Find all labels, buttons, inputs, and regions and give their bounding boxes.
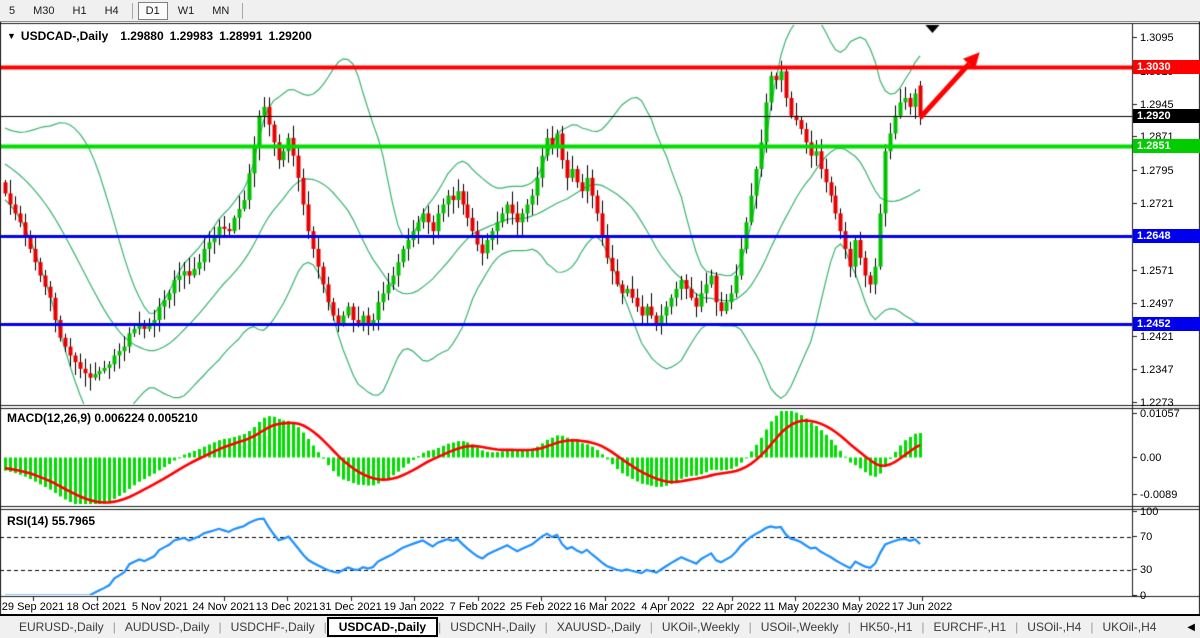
date-axis-label: 25 Feb 2022 [510, 601, 572, 613]
price-axis-tick: 1.2795 [1140, 165, 1198, 177]
date-axis-label: 5 Nov 2021 [132, 601, 188, 613]
price-badge: 1.2648 [1133, 229, 1200, 243]
date-axis-label: 22 Apr 2022 [702, 601, 761, 613]
toolbar-separator [242, 3, 243, 19]
chart-tab-usoil-weekly[interactable]: USOil-,Weekly [752, 618, 848, 636]
chart-tab-xauusd-daily[interactable]: XAUUSD-,Daily [548, 618, 650, 636]
chart-tab-hk50-h1[interactable]: HK50-,H1 [851, 618, 922, 636]
chart-tab-usoil-h4[interactable]: USOil-,H4 [1018, 618, 1090, 636]
rsi-axis-tick: 70 [1140, 531, 1198, 543]
chart-collapse-icon[interactable]: ▼ [7, 31, 16, 41]
ohlc-close: 1.29200 [268, 29, 311, 43]
price-axis-tick: 1.2347 [1140, 364, 1198, 376]
date-axis-label: 4 Apr 2022 [641, 601, 694, 613]
price-axis-tick: 1.2721 [1140, 198, 1198, 210]
timeframe-button-h1[interactable]: H1 [65, 2, 95, 20]
tab-scroll-left-button[interactable]: ◀ [1187, 622, 1195, 633]
macd-values: 0.006224 0.005210 [94, 411, 197, 425]
chart-tab-audusd-daily[interactable]: AUDUSD-,Daily [116, 618, 219, 636]
macd-indicator-label: MACD(12,26,9) 0.006224 0.005210 [7, 411, 198, 425]
date-axis-label: 18 Oct 2021 [67, 601, 127, 613]
price-chart-canvas[interactable] [0, 22, 1200, 614]
toolbar-separator [132, 3, 133, 19]
rsi-axis-tick: 100 [1140, 506, 1198, 518]
rsi-value: 55.7965 [52, 514, 95, 528]
timeframe-button-mn[interactable]: MN [204, 2, 237, 20]
chart-tab-ukoil-weekly[interactable]: UKOil-,Weekly [653, 618, 749, 636]
date-axis-label: 31 Dec 2021 [319, 601, 381, 613]
price-badge: 1.3030 [1133, 60, 1200, 74]
date-axis-label: 7 Feb 2022 [450, 601, 506, 613]
price-badge: 1.2452 [1133, 317, 1200, 331]
macd-axis-tick: 0.01057 [1140, 408, 1198, 420]
price-axis-tick: 1.3095 [1140, 32, 1198, 44]
chart-tab-eurusd-daily[interactable]: EURUSD-,Daily [10, 618, 113, 636]
date-axis-label: 17 Jun 2022 [892, 601, 953, 613]
chart-tab-usdchf-daily[interactable]: USDCHF-,Daily [222, 618, 324, 636]
chart-tab-usdcnh-daily[interactable]: USDCNH-,Daily [441, 618, 544, 636]
chart-tab-ukoil-h4[interactable]: UKOil-,H4 [1093, 618, 1165, 636]
price-badge: 1.2920 [1133, 109, 1200, 123]
chart-symbol-label: USDCAD-,Daily [21, 29, 108, 43]
chart-title: ▼ USDCAD-,Daily 1.29880 1.29983 1.28991 … [7, 29, 318, 43]
macd-axis-tick: 0.00 [1140, 452, 1198, 464]
date-axis-label: 24 Nov 2021 [192, 601, 254, 613]
timeframe-button-w1[interactable]: W1 [170, 2, 203, 20]
rsi-axis-tick: 0 [1140, 590, 1198, 602]
rsi-indicator-label: RSI(14) 55.7965 [7, 514, 95, 528]
chart-tabbar: EURUSD-,Daily|AUDUSD-,Daily|USDCHF-,Dail… [0, 614, 1200, 638]
mt4-terminal: 5M30H1H4 D1W1MN ▼ USDCAD-,Daily 1.29880 1… [0, 0, 1200, 638]
ohlc-high: 1.29983 [170, 29, 213, 43]
date-axis-label: 16 Mar 2022 [574, 601, 636, 613]
timeframe-button-d1[interactable]: D1 [138, 2, 168, 20]
price-axis-tick: 1.2497 [1140, 298, 1198, 310]
date-axis-label: 11 May 2022 [764, 601, 827, 613]
macd-axis-tick: -0.0089 [1140, 489, 1198, 501]
date-axis-label: 30 May 2022 [827, 601, 891, 613]
rsi-axis-tick: 30 [1140, 564, 1198, 576]
chart-tab-usdcad-daily[interactable]: USDCAD-,Daily [327, 617, 438, 637]
chart-tab-eurchf-h1[interactable]: EURCHF-,H1 [925, 618, 1016, 636]
price-badge: 1.2851 [1133, 139, 1200, 153]
timeframe-button-m30[interactable]: M30 [25, 2, 62, 20]
price-axis-tick: 1.2421 [1140, 331, 1198, 343]
timeframe-button-5[interactable]: 5 [1, 2, 23, 20]
ohlc-low: 1.28991 [219, 29, 262, 43]
date-axis-label: 13 Dec 2021 [256, 601, 318, 613]
date-axis-label: 19 Jan 2022 [384, 601, 445, 613]
timeframe-button-h4[interactable]: H4 [97, 2, 127, 20]
ohlc-open: 1.29880 [120, 29, 163, 43]
date-axis-label: 29 Sep 2021 [2, 601, 64, 613]
price-axis-tick: 1.2571 [1140, 265, 1198, 277]
timeframe-toolbar: 5M30H1H4 D1W1MN [0, 0, 1200, 22]
